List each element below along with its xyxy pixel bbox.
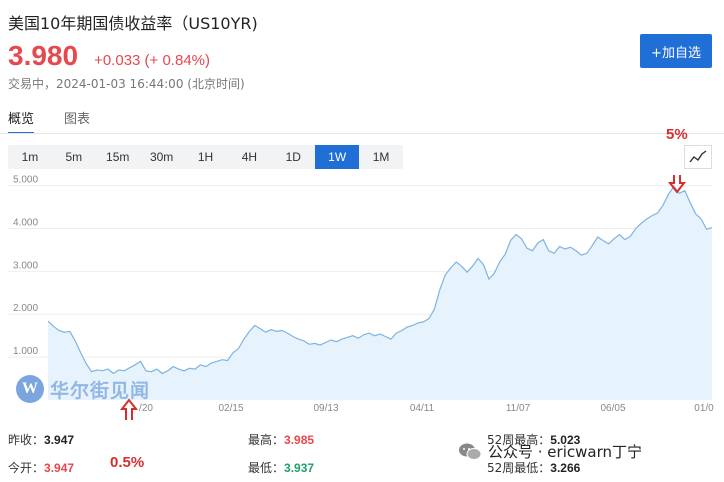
tab-bar: 概览 图表 <box>8 108 120 134</box>
period-1mo[interactable]: 1M <box>359 145 403 169</box>
x-tick-label: 01/0 <box>694 403 714 414</box>
period-1h[interactable]: 1H <box>184 145 228 169</box>
stat-52w-low-label: 52周最低： <box>487 461 551 475</box>
stat-52w-low-value: 3.266 <box>550 461 581 475</box>
stat-low-label: 最低： <box>248 461 285 475</box>
price-change: +0.033 (+ 0.84%) <box>94 52 210 69</box>
x-tick-label: 11/07 <box>506 403 531 414</box>
y-axis-ticks: 5.000 4.000 3.000 2.000 1.000 <box>13 175 38 357</box>
stat-open-label: 今开： <box>8 461 45 475</box>
line-chart-icon <box>689 150 707 163</box>
tab-chart[interactable]: 图表 <box>64 108 90 134</box>
period-4h[interactable]: 4H <box>227 145 271 169</box>
current-price: 3.980 <box>8 40 79 71</box>
y-tick-label: 3.000 <box>13 260 38 271</box>
x-tick-label: 09/13 <box>313 403 338 414</box>
y-tick-label: 5.000 <box>13 175 38 186</box>
tabs-divider <box>0 133 724 134</box>
series-area <box>48 186 712 400</box>
x-tick-label: 04/11 <box>410 403 435 414</box>
stat-open-value: 3.947 <box>44 461 75 475</box>
stat-prev-close-label: 昨收： <box>8 433 45 447</box>
period-1d[interactable]: 1D <box>271 145 315 169</box>
x-axis-ticks: /20 02/15 09/13 04/11 11/07 06/05 01/0 <box>139 403 714 414</box>
period-15m[interactable]: 15m <box>96 145 140 169</box>
annotation-5-percent: 5% <box>666 126 688 143</box>
stat-open: 今开：3.947 <box>8 459 74 476</box>
x-tick-label: 02/15 <box>218 403 243 414</box>
stat-prev-close-value: 3.947 <box>44 433 75 447</box>
wechat-text: 公众号 · ericwarn丁宁 <box>488 443 642 461</box>
tab-overview[interactable]: 概览 <box>8 108 35 134</box>
stat-low: 最低：3.937 <box>248 459 314 476</box>
annotation-0-5-percent: 0.5% <box>110 454 145 471</box>
arrow-up-0-5-percent <box>119 398 139 420</box>
wechat-watermark: 公众号 · ericwarn丁宁 <box>458 441 642 462</box>
period-selector: 1m 5m 15m 30m 1H 4H 1D 1W 1M <box>8 145 403 169</box>
period-1w[interactable]: 1W <box>315 145 360 169</box>
trading-status: 交易中，2024-01-03 16:44:00 (北京时间) <box>8 77 245 91</box>
x-tick-label: /20 <box>139 403 153 414</box>
period-5m[interactable]: 5m <box>52 145 96 169</box>
period-30m[interactable]: 30m <box>140 145 184 169</box>
logo-text: 华尔街见闻 <box>50 379 151 402</box>
page-title: 美国10年期国债收益率（US10YR) <box>8 14 258 33</box>
stat-low-value: 3.937 <box>284 461 315 475</box>
stat-high-value: 3.985 <box>284 433 315 447</box>
y-tick-label: 1.000 <box>13 346 38 357</box>
y-tick-label: 2.000 <box>13 303 38 314</box>
stat-prev-close: 昨收：3.947 <box>8 431 74 448</box>
stat-high: 最高：3.985 <box>248 431 314 448</box>
wallstreetcn-logo: W 华尔街见闻 <box>16 375 150 403</box>
price-row: 3.980 +0.033 (+ 0.84%) <box>8 40 210 72</box>
x-tick-label: 06/05 <box>600 403 625 414</box>
add-watchlist-button[interactable]: +加自选 <box>640 34 712 68</box>
chart-type-button[interactable] <box>684 145 712 169</box>
period-1m[interactable]: 1m <box>8 145 52 169</box>
logo-mark: W <box>16 375 44 403</box>
wechat-icon <box>459 443 482 460</box>
y-tick-label: 4.000 <box>13 217 38 228</box>
stat-high-label: 最高： <box>248 433 285 447</box>
